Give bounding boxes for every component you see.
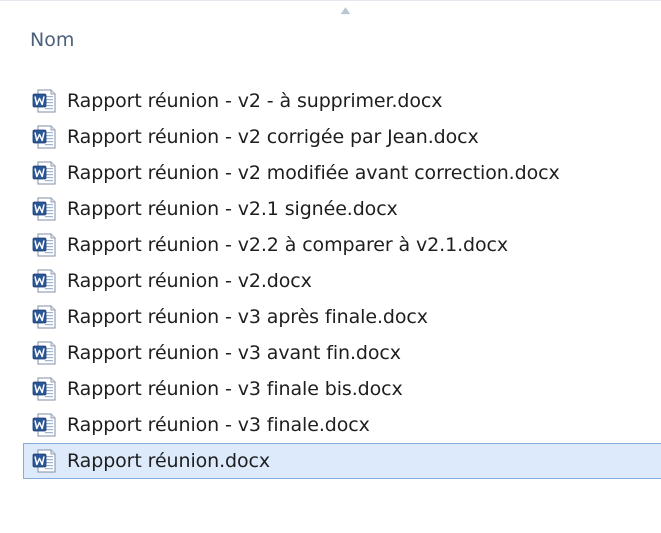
file-row[interactable]: Rapport réunion.docx (23, 443, 661, 479)
word-document-icon (32, 305, 56, 329)
file-row[interactable]: Rapport réunion - v2.2 à comparer à v2.1… (23, 227, 661, 263)
column-header-name[interactable]: ▲ Nom (0, 1, 661, 57)
word-document-icon (32, 161, 56, 185)
word-document-icon (32, 125, 56, 149)
file-row[interactable]: Rapport réunion - v2.1 signée.docx (23, 191, 661, 227)
file-name: Rapport réunion - v2.2 à comparer à v2.1… (67, 234, 508, 256)
word-document-icon (32, 341, 56, 365)
word-document-icon (32, 413, 56, 437)
file-list: Rapport réunion - v2 - à supprimer.docx R… (23, 83, 661, 479)
word-document-icon (32, 269, 56, 293)
file-row[interactable]: Rapport réunion - v3 après finale.docx (23, 299, 661, 335)
file-name: Rapport réunion - v2 corrigée par Jean.d… (67, 126, 479, 148)
file-row[interactable]: Rapport réunion - v2 corrigée par Jean.d… (23, 119, 661, 155)
file-name: Rapport réunion - v3 après finale.docx (67, 306, 428, 328)
file-name: Rapport réunion - v3 avant fin.docx (67, 342, 401, 364)
file-name: Rapport réunion - v2 - à supprimer.docx (67, 90, 443, 112)
file-row[interactable]: Rapport réunion - v2 - à supprimer.docx (23, 83, 661, 119)
file-row[interactable]: Rapport réunion - v3 avant fin.docx (23, 335, 661, 371)
file-name: Rapport réunion - v3 finale.docx (67, 414, 370, 436)
file-row[interactable]: Rapport réunion - v2 modifiée avant corr… (23, 155, 661, 191)
column-header-label: Nom (30, 29, 75, 51)
file-name: Rapport réunion - v2.1 signée.docx (67, 198, 398, 220)
file-name: Rapport réunion - v3 finale bis.docx (67, 378, 403, 400)
file-name: Rapport réunion.docx (67, 450, 271, 472)
file-row[interactable]: Rapport réunion - v3 finale bis.docx (23, 371, 661, 407)
file-row[interactable]: Rapport réunion - v2.docx (23, 263, 661, 299)
file-explorer-list-view: ▲ Nom Rapport réunion - v2 - à supprimer… (0, 0, 661, 533)
word-document-icon (32, 449, 56, 473)
word-document-icon (32, 197, 56, 221)
sort-ascending-icon: ▲ (340, 6, 351, 16)
file-row[interactable]: Rapport réunion - v3 finale.docx (23, 407, 661, 443)
word-document-icon (32, 233, 56, 257)
word-document-icon (32, 89, 56, 113)
file-name: Rapport réunion - v2.docx (67, 270, 312, 292)
word-document-icon (32, 377, 56, 401)
file-name: Rapport réunion - v2 modifiée avant corr… (67, 162, 560, 184)
